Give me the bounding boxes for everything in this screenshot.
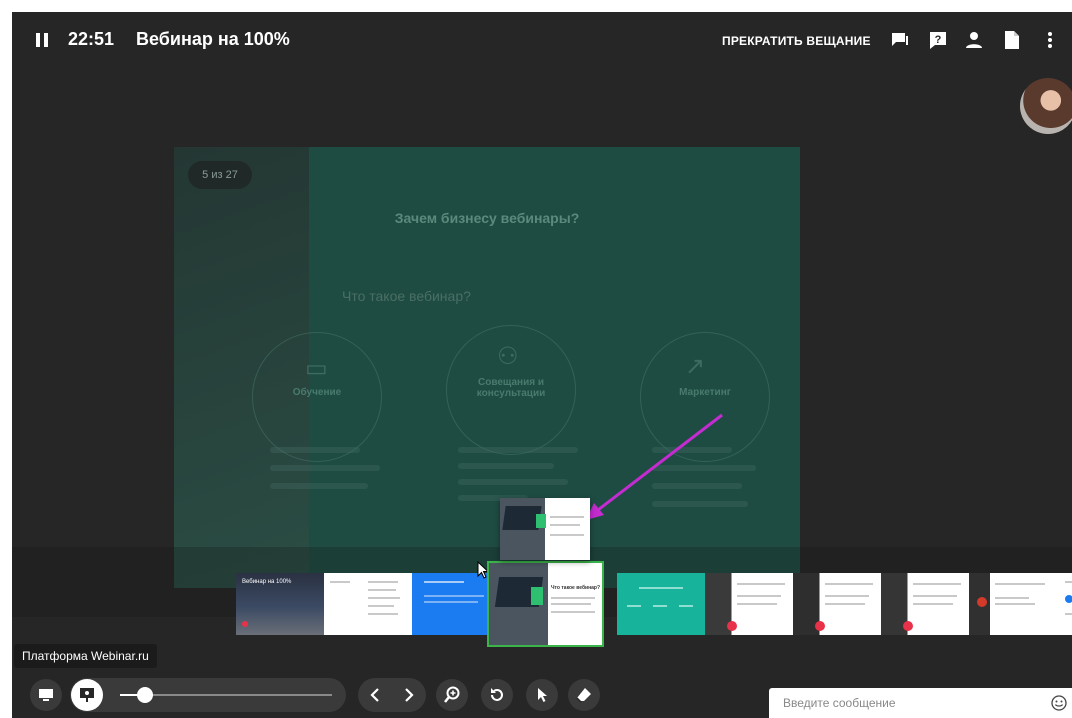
broadcast-time: 22:51 bbox=[68, 29, 115, 49]
slide-counter: 5 из 27 bbox=[188, 161, 252, 189]
slide-thumbnail[interactable] bbox=[705, 573, 793, 635]
document-icon[interactable] bbox=[1000, 28, 1024, 52]
slide-text-line bbox=[458, 463, 554, 469]
chevron-right-icon[interactable] bbox=[393, 679, 425, 711]
zoom-in-icon[interactable] bbox=[436, 679, 468, 711]
person-icon[interactable] bbox=[962, 28, 986, 52]
slide-thumbnail[interactable]: Вебинар на 100% bbox=[236, 573, 324, 635]
slide-text-line bbox=[270, 483, 368, 489]
notification-badge bbox=[727, 621, 737, 631]
slide-heading: Зачем бизнесу вебинары? bbox=[394, 210, 580, 226]
slide-thumbnail-title: Вебинар на 100% bbox=[242, 579, 292, 585]
pause-icon[interactable] bbox=[36, 33, 48, 47]
emoji-icon[interactable] bbox=[1051, 695, 1067, 711]
undo-icon[interactable] bbox=[481, 679, 513, 711]
notification-badge bbox=[977, 597, 987, 607]
notification-badge bbox=[903, 621, 913, 631]
chat-message-input[interactable] bbox=[769, 688, 1041, 718]
meeting-icon: ⚇ bbox=[497, 343, 519, 370]
chat-input-box bbox=[769, 688, 1072, 718]
slide-thumbnail[interactable] bbox=[617, 573, 705, 635]
logo-icon bbox=[242, 621, 248, 627]
slide-block-label: Маркетинг bbox=[679, 387, 731, 398]
screen-share-icon[interactable] bbox=[30, 679, 62, 711]
slide-text-line bbox=[270, 465, 380, 471]
slide-subheading: Что такое вебинар? bbox=[342, 288, 471, 304]
presenter-avatar bbox=[1020, 78, 1072, 134]
slide-thumbnail[interactable] bbox=[969, 573, 1057, 635]
pointer-arrow bbox=[586, 413, 723, 520]
slide-thumbnail[interactable] bbox=[793, 573, 881, 635]
presentation-icon[interactable] bbox=[71, 679, 103, 711]
dragged-slide-thumbnail[interactable] bbox=[500, 498, 590, 560]
slide-text-line bbox=[270, 447, 360, 453]
slide-thumbnail[interactable] bbox=[881, 573, 969, 635]
webinar-title: Вебинар на 100% bbox=[136, 29, 290, 49]
chat-icon[interactable] bbox=[888, 28, 912, 52]
slide-text-line bbox=[458, 479, 568, 485]
laptop-icon: ▭ bbox=[305, 355, 328, 382]
slide-block-label: Обучение bbox=[292, 387, 342, 398]
slide-block-label: Совещания и консультации bbox=[476, 377, 546, 399]
slide-thumbnail-active[interactable]: Что такое вебинар? bbox=[487, 561, 604, 647]
slide-thumbnail[interactable] bbox=[1057, 573, 1072, 635]
chevron-left-icon[interactable] bbox=[359, 679, 391, 711]
chart-icon: ↗ bbox=[685, 353, 706, 380]
top-bar: 22:51 Вебинар на 100% ПРЕКРАТИТЬ ВЕЩАНИЕ… bbox=[12, 12, 1072, 68]
slide-text-line bbox=[458, 447, 578, 453]
pointer-icon[interactable] bbox=[526, 679, 558, 711]
question-icon[interactable]: ? bbox=[926, 28, 950, 52]
slide-thumbnails: Вебинар на 100% bbox=[236, 573, 1072, 635]
more-icon[interactable] bbox=[1038, 28, 1062, 52]
stop-broadcast-button[interactable]: ПРЕКРАТИТЬ ВЕЩАНИЕ bbox=[722, 34, 871, 48]
eraser-icon[interactable] bbox=[568, 679, 600, 711]
webinar-room: 22:51 Вебинар на 100% ПРЕКРАТИТЬ ВЕЩАНИЕ… bbox=[12, 12, 1072, 718]
notification-badge bbox=[815, 621, 825, 631]
svg-text:?: ? bbox=[935, 34, 942, 46]
platform-tooltip: Платформа Webinar.ru bbox=[14, 644, 157, 668]
slide-thumbnail[interactable] bbox=[324, 573, 412, 635]
slide-thumbnail-title: Что такое вебинар? bbox=[551, 585, 601, 591]
